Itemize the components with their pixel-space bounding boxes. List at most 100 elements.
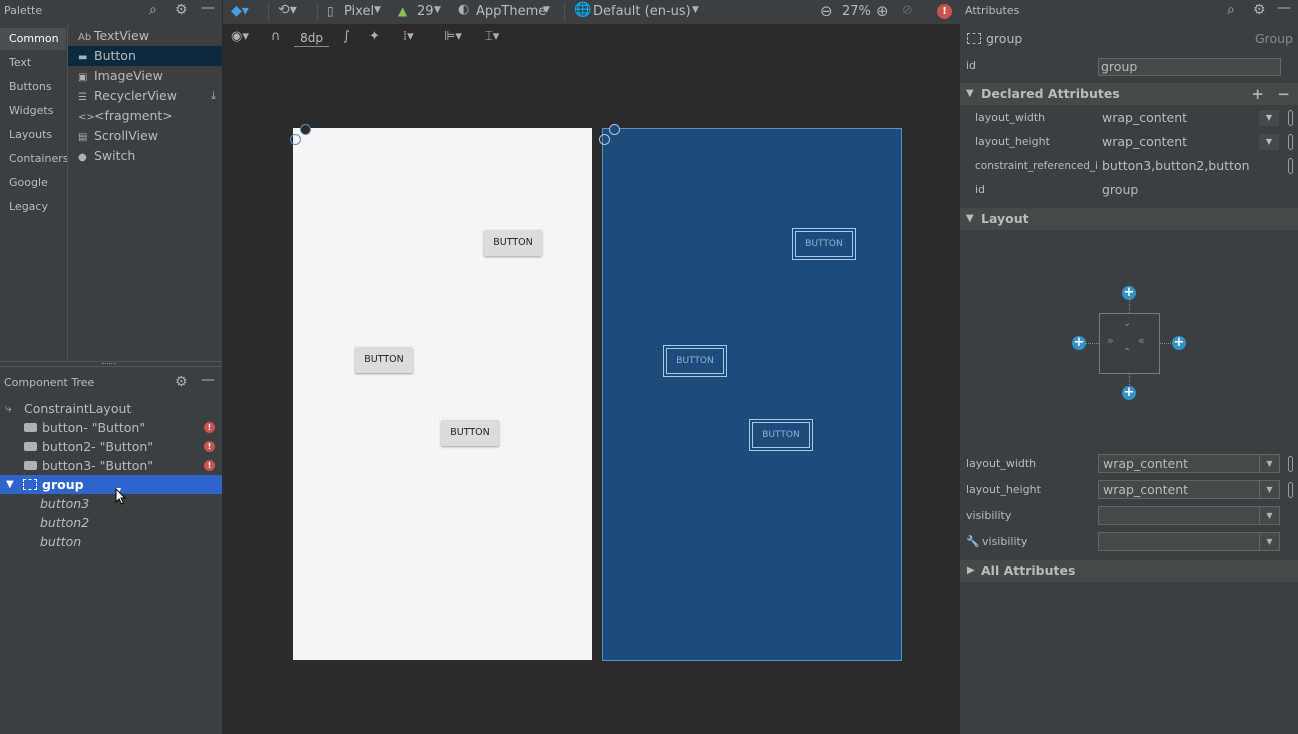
layers-icon[interactable]: ◆▾ xyxy=(231,3,249,19)
error-icon[interactable]: ! xyxy=(204,460,215,471)
chevron-down-icon[interactable]: ▼ xyxy=(543,5,550,15)
device-selector[interactable]: Pixel xyxy=(344,2,374,22)
declared-row[interactable]: layout_height wrap_content ▼ xyxy=(960,130,1298,154)
resource-picker-handle[interactable] xyxy=(1288,110,1293,126)
palette-item-scrollview[interactable]: ▤ ScrollView xyxy=(68,126,222,146)
magnet-icon[interactable]: ∩ xyxy=(271,29,281,44)
remove-icon[interactable]: − xyxy=(1277,83,1290,105)
gear-icon[interactable]: ⚙ xyxy=(1253,2,1266,18)
device-icon[interactable]: ▯ xyxy=(327,4,334,18)
declared-row[interactable]: constraint_referenced_ids button3,button… xyxy=(960,154,1298,178)
resource-picker-handle[interactable] xyxy=(1288,134,1293,150)
add-start-constraint-icon[interactable]: + xyxy=(1072,336,1086,350)
declared-attributes-section[interactable]: ▼ Declared Attributes + − xyxy=(960,83,1298,105)
eye-icon[interactable]: ◉▾ xyxy=(231,29,249,44)
palette-item-textview[interactable]: Ab TextView xyxy=(68,26,222,46)
canvas-button-1[interactable]: BUTTON xyxy=(484,230,542,256)
locale-selector[interactable]: Default (en-us) xyxy=(593,2,691,22)
api-selector[interactable]: 29 xyxy=(417,2,434,22)
chevron-down-icon[interactable]: ▼ xyxy=(1259,481,1279,498)
id-field[interactable]: group xyxy=(1098,58,1281,76)
resize-handle-icon[interactable] xyxy=(609,124,620,135)
expand-arrow-icon[interactable]: ▶ xyxy=(967,560,975,582)
layout-section[interactable]: ▼ Layout xyxy=(960,208,1298,230)
blueprint-button-1[interactable]: BUTTON xyxy=(792,228,856,260)
zoom-out-icon[interactable]: ⊖ xyxy=(820,2,833,20)
add-top-constraint-icon[interactable]: + xyxy=(1122,286,1136,300)
canvas-button-2[interactable]: BUTTON xyxy=(355,347,413,373)
resource-picker-handle[interactable] xyxy=(1288,482,1293,498)
chevron-down-icon[interactable]: ▼ xyxy=(1259,507,1279,524)
tools-visibility-combo[interactable]: ▼ xyxy=(1098,532,1280,551)
category-legacy[interactable]: Legacy xyxy=(0,196,66,218)
search-icon[interactable]: ⌕ xyxy=(149,2,157,18)
layout-height-combo[interactable]: wrap_content ▼ xyxy=(1098,480,1280,499)
resource-picker-handle[interactable] xyxy=(1288,158,1293,174)
gear-icon[interactable]: ⚙ xyxy=(175,374,188,390)
margin-field[interactable]: 8dp xyxy=(294,31,329,47)
chevron-down-icon[interactable]: ▼ xyxy=(692,5,699,15)
tree-item-constraintlayout[interactable]: ⤷ ConstraintLayout xyxy=(0,399,222,418)
attr-key: visibility xyxy=(982,535,1028,548)
chevron-down-icon[interactable]: ▼ xyxy=(1259,533,1279,550)
resize-handle-icon[interactable] xyxy=(300,124,311,135)
attr-key: id xyxy=(975,183,986,196)
gear-icon[interactable]: ⚙ xyxy=(175,2,188,18)
tree-item-button[interactable]: button- "Button" ! xyxy=(0,418,222,437)
pack-icon[interactable]: ⁞▾ xyxy=(403,29,414,44)
guidelines-icon[interactable]: ⌶▾ xyxy=(485,29,499,44)
tree-item-button2[interactable]: button2- "Button" ! xyxy=(0,437,222,456)
chevron-down-icon[interactable]: ▼ xyxy=(1259,455,1279,472)
orientation-icon[interactable]: ⟲▾ xyxy=(278,2,297,18)
minimize-icon[interactable]: — xyxy=(1277,0,1291,16)
chevron-down-icon[interactable]: ▼ xyxy=(434,5,441,15)
blueprint-surface[interactable]: BUTTON BUTTON BUTTON xyxy=(602,128,902,661)
error-indicator-icon[interactable]: ! xyxy=(937,4,952,19)
declared-row[interactable]: layout_width wrap_content ▼ xyxy=(960,106,1298,130)
blueprint-button-2[interactable]: BUTTON xyxy=(663,345,727,377)
minimize-icon[interactable]: — xyxy=(201,0,215,16)
layout-width-combo[interactable]: wrap_content ▼ xyxy=(1098,454,1280,473)
all-attributes-section[interactable]: ▶ All Attributes xyxy=(960,560,1298,582)
chevron-down-icon[interactable]: ▼ xyxy=(1259,110,1279,126)
visibility-combo[interactable]: ▼ xyxy=(1098,506,1280,525)
add-end-constraint-icon[interactable]: + xyxy=(1172,336,1186,350)
infer-constraints-icon[interactable]: ✦ xyxy=(369,29,380,44)
palette-item-imageview[interactable]: ▣ ImageView xyxy=(68,66,222,86)
clear-constraints-icon[interactable]: ∫ xyxy=(343,29,350,44)
palette-item-button[interactable]: ▬ Button xyxy=(68,46,222,66)
download-icon[interactable]: ⤓ xyxy=(211,86,216,106)
panel-resize-handle[interactable] xyxy=(0,361,222,367)
align-icon[interactable]: ⊫▾ xyxy=(444,29,462,44)
tree-item-group-member[interactable]: button3 xyxy=(0,494,222,513)
blueprint-button-label: BUTTON xyxy=(795,231,853,257)
collapse-arrow-icon[interactable]: ▼ xyxy=(966,208,974,230)
resource-picker-handle[interactable] xyxy=(1288,456,1293,472)
add-icon[interactable]: + xyxy=(1251,83,1264,105)
theme-selector[interactable]: AppTheme xyxy=(476,2,546,22)
tree-item-group-member[interactable]: button2 xyxy=(0,513,222,532)
palette-item-switch[interactable]: ● Switch xyxy=(68,146,222,166)
tree-item-button3[interactable]: button3- "Button" ! xyxy=(0,456,222,475)
resize-handle-icon[interactable] xyxy=(599,134,610,145)
palette-item-recyclerview[interactable]: ☰ RecyclerView ⤓ xyxy=(68,86,222,106)
palette-item-fragment[interactable]: <><fragment> xyxy=(68,106,222,126)
error-icon[interactable]: ! xyxy=(204,441,215,452)
tree-item-group-member[interactable]: button xyxy=(0,532,222,551)
minimize-icon[interactable]: — xyxy=(201,372,215,388)
search-icon[interactable]: ⌕ xyxy=(1227,2,1235,18)
tree-item-group[interactable]: ▼ group xyxy=(0,475,222,494)
zoom-fit-icon[interactable]: ⊘ xyxy=(902,3,913,18)
canvas-button-3[interactable]: BUTTON xyxy=(441,420,499,446)
collapse-arrow-icon[interactable]: ▼ xyxy=(966,83,974,105)
design-surface[interactable]: BUTTON BUTTON BUTTON xyxy=(293,128,592,660)
blueprint-button-3[interactable]: BUTTON xyxy=(749,419,813,451)
expand-arrow-icon[interactable]: ▼ xyxy=(6,475,14,494)
chevron-down-icon[interactable]: ▼ xyxy=(374,5,381,15)
chevron-down-icon[interactable]: ▼ xyxy=(1259,134,1279,150)
add-bottom-constraint-icon[interactable]: + xyxy=(1122,386,1136,400)
declared-row[interactable]: id group xyxy=(960,178,1298,202)
error-icon[interactable]: ! xyxy=(204,422,215,433)
zoom-in-icon[interactable]: ⊕ xyxy=(876,2,889,20)
resize-handle-icon[interactable] xyxy=(290,134,301,145)
